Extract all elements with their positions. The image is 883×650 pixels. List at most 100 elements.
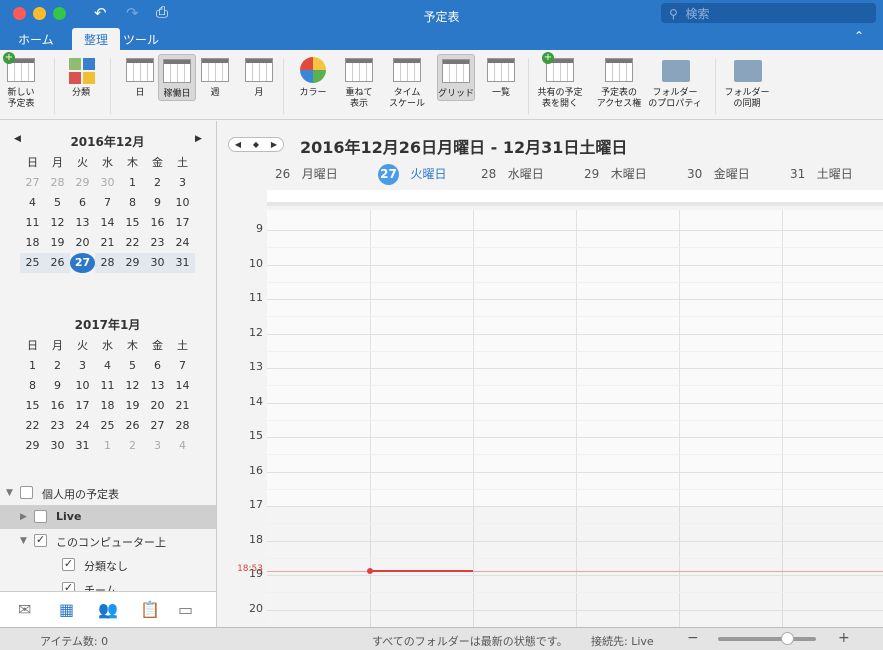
list-button[interactable]: 一覧 bbox=[482, 54, 520, 99]
day-cell[interactable]: 22 bbox=[20, 416, 45, 436]
work-week-button[interactable]: 稼働日 bbox=[158, 54, 196, 101]
day-view-button[interactable]: 日 bbox=[121, 54, 159, 99]
day-cell[interactable]: 21 bbox=[170, 396, 195, 416]
day-cell[interactable]: 8 bbox=[20, 376, 45, 396]
day-cell[interactable]: 30 bbox=[45, 436, 70, 456]
day-cell[interactable]: 14 bbox=[170, 376, 195, 396]
day-cell[interactable]: 16 bbox=[145, 213, 170, 233]
day-cell[interactable]: 8 bbox=[120, 193, 145, 213]
day-cell[interactable]: 27 bbox=[145, 416, 170, 436]
checkbox[interactable]: ✓ bbox=[62, 582, 75, 591]
folder-item[interactable]: ▼ ✓ このコンピューター上 bbox=[0, 529, 216, 553]
disclosure-closed-icon[interactable]: ▶ bbox=[20, 512, 27, 522]
folder-item[interactable]: ▶ Live bbox=[0, 505, 216, 529]
calendar-permissions-button[interactable]: 予定表の アクセス権 bbox=[592, 54, 646, 110]
day-cell[interactable]: 19 bbox=[45, 233, 70, 253]
day-cell[interactable]: 25 bbox=[95, 416, 120, 436]
day-cell[interactable]: 15 bbox=[120, 213, 145, 233]
day-header[interactable]: 28 水曜日 bbox=[481, 165, 584, 182]
day-cell[interactable]: 11 bbox=[20, 213, 45, 233]
day-cell[interactable]: 22 bbox=[120, 233, 145, 253]
day-cell[interactable]: 28 bbox=[95, 253, 120, 273]
zoom-in-button[interactable]: + bbox=[838, 630, 850, 646]
day-cell[interactable]: 7 bbox=[170, 356, 195, 376]
folder-item[interactable]: ✓ 分類なし bbox=[0, 553, 216, 577]
day-cell[interactable]: 2 bbox=[120, 436, 145, 456]
day-cell[interactable]: 6 bbox=[70, 193, 95, 213]
day-cell[interactable]: 10 bbox=[70, 376, 95, 396]
folder-item[interactable]: ▼ 個人用の予定表 bbox=[0, 481, 216, 505]
day-cell[interactable]: 26 bbox=[120, 416, 145, 436]
day-header[interactable]: 26 月曜日 bbox=[275, 165, 378, 182]
today-button[interactable]: ◆ bbox=[253, 140, 259, 149]
disclosure-open-icon[interactable]: ▼ bbox=[6, 488, 13, 498]
day-cell[interactable]: 6 bbox=[145, 356, 170, 376]
month-view-button[interactable]: 月 bbox=[240, 54, 278, 99]
day-cell[interactable]: 5 bbox=[120, 356, 145, 376]
checkbox[interactable] bbox=[20, 486, 33, 499]
day-cell[interactable]: 14 bbox=[95, 213, 120, 233]
day-cell[interactable]: 26 bbox=[45, 253, 70, 273]
tasks-icon[interactable]: 📋 bbox=[140, 600, 160, 619]
next-month-button[interactable]: ▶ bbox=[195, 134, 202, 144]
day-cell[interactable]: 29 bbox=[20, 436, 45, 456]
day-cell[interactable]: 4 bbox=[20, 193, 45, 213]
people-icon[interactable]: 👥 bbox=[98, 600, 118, 619]
day-cell[interactable]: 1 bbox=[20, 356, 45, 376]
day-cell[interactable]: 2 bbox=[45, 356, 70, 376]
zoom-out-button[interactable]: − bbox=[687, 630, 699, 646]
day-cell[interactable]: 25 bbox=[20, 253, 45, 273]
day-cell[interactable]: 27 bbox=[20, 173, 45, 193]
week-view-button[interactable]: 週 bbox=[196, 54, 234, 99]
day-cell[interactable]: 9 bbox=[45, 376, 70, 396]
calendar-icon[interactable]: ▦ bbox=[59, 600, 74, 619]
day-header[interactable]: 27 火曜日 bbox=[378, 164, 481, 185]
day-cell[interactable]: 27 bbox=[70, 253, 95, 273]
new-calendar-button[interactable]: + 新しい 予定表 bbox=[2, 52, 40, 110]
day-cell[interactable]: 31 bbox=[170, 253, 195, 273]
zoom-slider-knob[interactable] bbox=[780, 632, 794, 645]
day-cell[interactable]: 18 bbox=[95, 396, 120, 416]
time-scale-button[interactable]: タイム スケール bbox=[388, 54, 426, 110]
open-shared-calendar-button[interactable]: + 共有の予定 表を開く bbox=[533, 52, 587, 110]
day-cell[interactable]: 19 bbox=[120, 396, 145, 416]
day-cell[interactable]: 5 bbox=[45, 193, 70, 213]
search-input[interactable]: ⚲ 検索 bbox=[661, 3, 876, 23]
folder-sync-button[interactable]: フォルダー の同期 bbox=[720, 54, 774, 110]
day-cell[interactable]: 12 bbox=[120, 376, 145, 396]
day-cell[interactable]: 17 bbox=[170, 213, 195, 233]
day-cell[interactable]: 4 bbox=[95, 356, 120, 376]
mail-icon[interactable]: ✉ bbox=[18, 600, 31, 619]
day-cell[interactable]: 10 bbox=[170, 193, 195, 213]
day-cell[interactable]: 12 bbox=[45, 213, 70, 233]
tab-0[interactable]: ホーム bbox=[6, 28, 66, 50]
day-cell[interactable]: 13 bbox=[145, 376, 170, 396]
day-header[interactable]: 30 金曜日 bbox=[687, 165, 790, 182]
day-cell[interactable]: 28 bbox=[170, 416, 195, 436]
day-cell[interactable]: 24 bbox=[70, 416, 95, 436]
day-cell[interactable]: 31 bbox=[70, 436, 95, 456]
day-cell[interactable]: 20 bbox=[145, 396, 170, 416]
disclosure-open-icon[interactable]: ▼ bbox=[20, 536, 27, 546]
notes-icon[interactable]: ▭ bbox=[178, 600, 193, 619]
day-cell[interactable]: 3 bbox=[170, 173, 195, 193]
day-cell[interactable]: 1 bbox=[95, 436, 120, 456]
checkbox[interactable] bbox=[34, 510, 47, 523]
day-cell[interactable]: 20 bbox=[70, 233, 95, 253]
day-cell[interactable]: 23 bbox=[145, 233, 170, 253]
day-cell[interactable]: 4 bbox=[170, 436, 195, 456]
tab-2[interactable]: ツール bbox=[111, 28, 171, 50]
day-cell[interactable]: 29 bbox=[70, 173, 95, 193]
day-cell[interactable]: 3 bbox=[145, 436, 170, 456]
day-cell[interactable]: 30 bbox=[95, 173, 120, 193]
day-cell[interactable]: 23 bbox=[45, 416, 70, 436]
checkbox[interactable]: ✓ bbox=[62, 558, 75, 571]
day-cell[interactable]: 13 bbox=[70, 213, 95, 233]
categorize-button[interactable]: 分類 bbox=[62, 54, 100, 99]
day-header[interactable]: 29 木曜日 bbox=[584, 165, 687, 182]
day-cell[interactable]: 21 bbox=[95, 233, 120, 253]
grid-button[interactable]: グリッド bbox=[437, 54, 475, 101]
day-cell[interactable]: 18 bbox=[20, 233, 45, 253]
day-cell[interactable]: 16 bbox=[45, 396, 70, 416]
day-cell[interactable]: 1 bbox=[120, 173, 145, 193]
